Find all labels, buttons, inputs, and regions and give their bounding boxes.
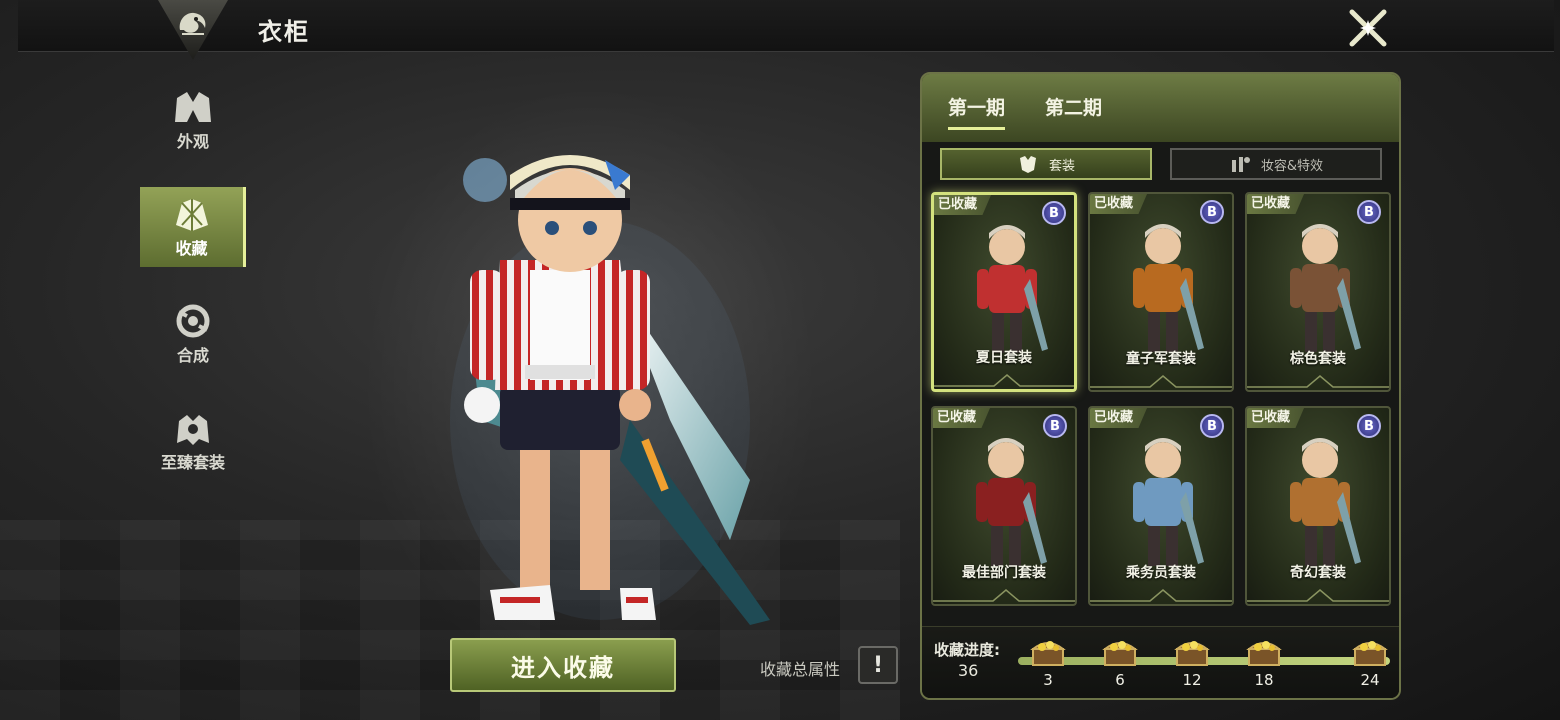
enter-collection-button[interactable]: 进入收藏 bbox=[450, 638, 676, 692]
outfit-name: 乘务员套装 bbox=[1126, 565, 1196, 581]
page-title: 衣柜 bbox=[258, 18, 310, 46]
outfit-figure bbox=[977, 225, 1048, 353]
tab-period-1[interactable]: 第一期 bbox=[948, 93, 1006, 130]
exclamation-icon: ! bbox=[872, 652, 884, 678]
collection-panel: 第一期 第二期 套装 妆容&特效 已收藏 B 夏日套装 已收藏 B 童子军套装 … bbox=[920, 72, 1401, 700]
outfit-figure bbox=[1133, 438, 1204, 566]
subtab-outfit[interactable]: 套装 bbox=[940, 148, 1152, 180]
top-bar bbox=[18, 0, 1554, 52]
outfit-figure bbox=[1290, 438, 1361, 566]
subtab-label: 套装 bbox=[1048, 158, 1075, 174]
outfit-card[interactable]: 已收藏 B 夏日套装 bbox=[931, 192, 1077, 392]
collected-badge: 已收藏 bbox=[1090, 408, 1148, 428]
collected-badge: 已收藏 bbox=[1247, 194, 1305, 214]
sidebar-item-appearance[interactable]: 外观 bbox=[140, 80, 246, 160]
outfit-figure bbox=[1133, 224, 1204, 352]
milestone-value: 18 bbox=[1254, 671, 1274, 689]
card-ornament bbox=[933, 589, 1075, 602]
card-ornament bbox=[1247, 589, 1389, 602]
progress-label: 收藏进度: bbox=[934, 641, 1000, 659]
milestone-value: 12 bbox=[1182, 671, 1202, 689]
outfit-card[interactable]: 已收藏 B 乘务员套装 bbox=[1088, 406, 1234, 606]
outfit-name: 奇幻套装 bbox=[1290, 565, 1346, 581]
milestone-value: 6 bbox=[1115, 671, 1125, 689]
outfit-name: 最佳部门套装 bbox=[962, 565, 1046, 581]
reward-chest-icon[interactable] bbox=[1174, 637, 1210, 667]
total-attributes-info-button[interactable]: ! bbox=[858, 646, 898, 684]
card-ornament bbox=[1090, 375, 1232, 388]
outfit-name: 童子军套装 bbox=[1126, 351, 1196, 367]
card-ornament bbox=[1090, 589, 1232, 602]
collected-badge: 已收藏 bbox=[933, 408, 991, 428]
makeup-icon bbox=[1231, 157, 1250, 172]
outfit-figure bbox=[1290, 224, 1361, 352]
outfit-figure bbox=[976, 438, 1047, 566]
collection-progress: 收藏进度: 36 3 6 12 18 24 bbox=[922, 626, 1399, 698]
sidebar-item-collection[interactable]: 收藏 bbox=[140, 187, 246, 267]
milestone-value: 3 bbox=[1043, 671, 1053, 689]
collected-badge: 已收藏 bbox=[1247, 408, 1305, 428]
reward-chest-icon[interactable] bbox=[1030, 637, 1066, 667]
reward-chest-icon[interactable] bbox=[1246, 637, 1282, 667]
outfit-card[interactable]: 已收藏 B 棕色套装 bbox=[1245, 192, 1391, 392]
outfit-icon bbox=[1019, 156, 1036, 173]
appearance-icon bbox=[175, 92, 211, 122]
card-ornament bbox=[934, 374, 1074, 387]
outfit-card[interactable]: 已收藏 B 童子军套装 bbox=[1088, 192, 1234, 392]
collected-badge: 已收藏 bbox=[1090, 194, 1148, 214]
outfit-card[interactable]: 已收藏 B 奇幻套装 bbox=[1245, 406, 1391, 606]
close-button[interactable] bbox=[1346, 6, 1390, 50]
sidebar-item-label: 合成 bbox=[176, 346, 209, 365]
reward-chest-icon[interactable] bbox=[1352, 637, 1388, 667]
total-attributes-label: 收藏总属性 bbox=[760, 660, 841, 679]
sidebar-item-supreme-set[interactable]: 至臻套装 bbox=[140, 401, 246, 481]
subtab-makeup-effects[interactable]: 妆容&特效 bbox=[1170, 148, 1382, 180]
milestone-value: 24 bbox=[1360, 671, 1380, 689]
outfit-name: 棕色套装 bbox=[1290, 351, 1346, 367]
sidebar-item-label: 外观 bbox=[176, 132, 209, 151]
side-nav: 外观 收藏 合成 至臻套装 bbox=[140, 80, 248, 508]
period-tabs: 第一期 第二期 bbox=[922, 74, 1399, 142]
outfit-grid: 已收藏 B 夏日套装 已收藏 B 童子军套装 已收藏 B 棕色套装 已收藏 B … bbox=[931, 192, 1393, 606]
tab-period-2[interactable]: 第二期 bbox=[1045, 93, 1102, 124]
collection-icon bbox=[175, 199, 208, 231]
progress-value: 36 bbox=[958, 661, 979, 680]
supreme-set-icon bbox=[177, 415, 209, 445]
sidebar-item-synthesis[interactable]: 合成 bbox=[140, 294, 246, 374]
sidebar-item-label: 收藏 bbox=[175, 239, 208, 258]
outfit-name: 夏日套装 bbox=[976, 350, 1032, 366]
close-icon bbox=[1349, 9, 1387, 47]
subtab-label: 妆容&特效 bbox=[1260, 158, 1324, 174]
synthesis-icon bbox=[176, 304, 210, 338]
category-subtabs: 套装 妆容&特效 bbox=[922, 142, 1399, 180]
character-model bbox=[450, 155, 770, 625]
outfit-card[interactable]: 已收藏 B 最佳部门套装 bbox=[931, 406, 1077, 606]
collected-badge: 已收藏 bbox=[934, 195, 992, 215]
reward-chest-icon[interactable] bbox=[1102, 637, 1138, 667]
card-ornament bbox=[1247, 375, 1389, 388]
sidebar-item-label: 至臻套装 bbox=[160, 453, 225, 472]
